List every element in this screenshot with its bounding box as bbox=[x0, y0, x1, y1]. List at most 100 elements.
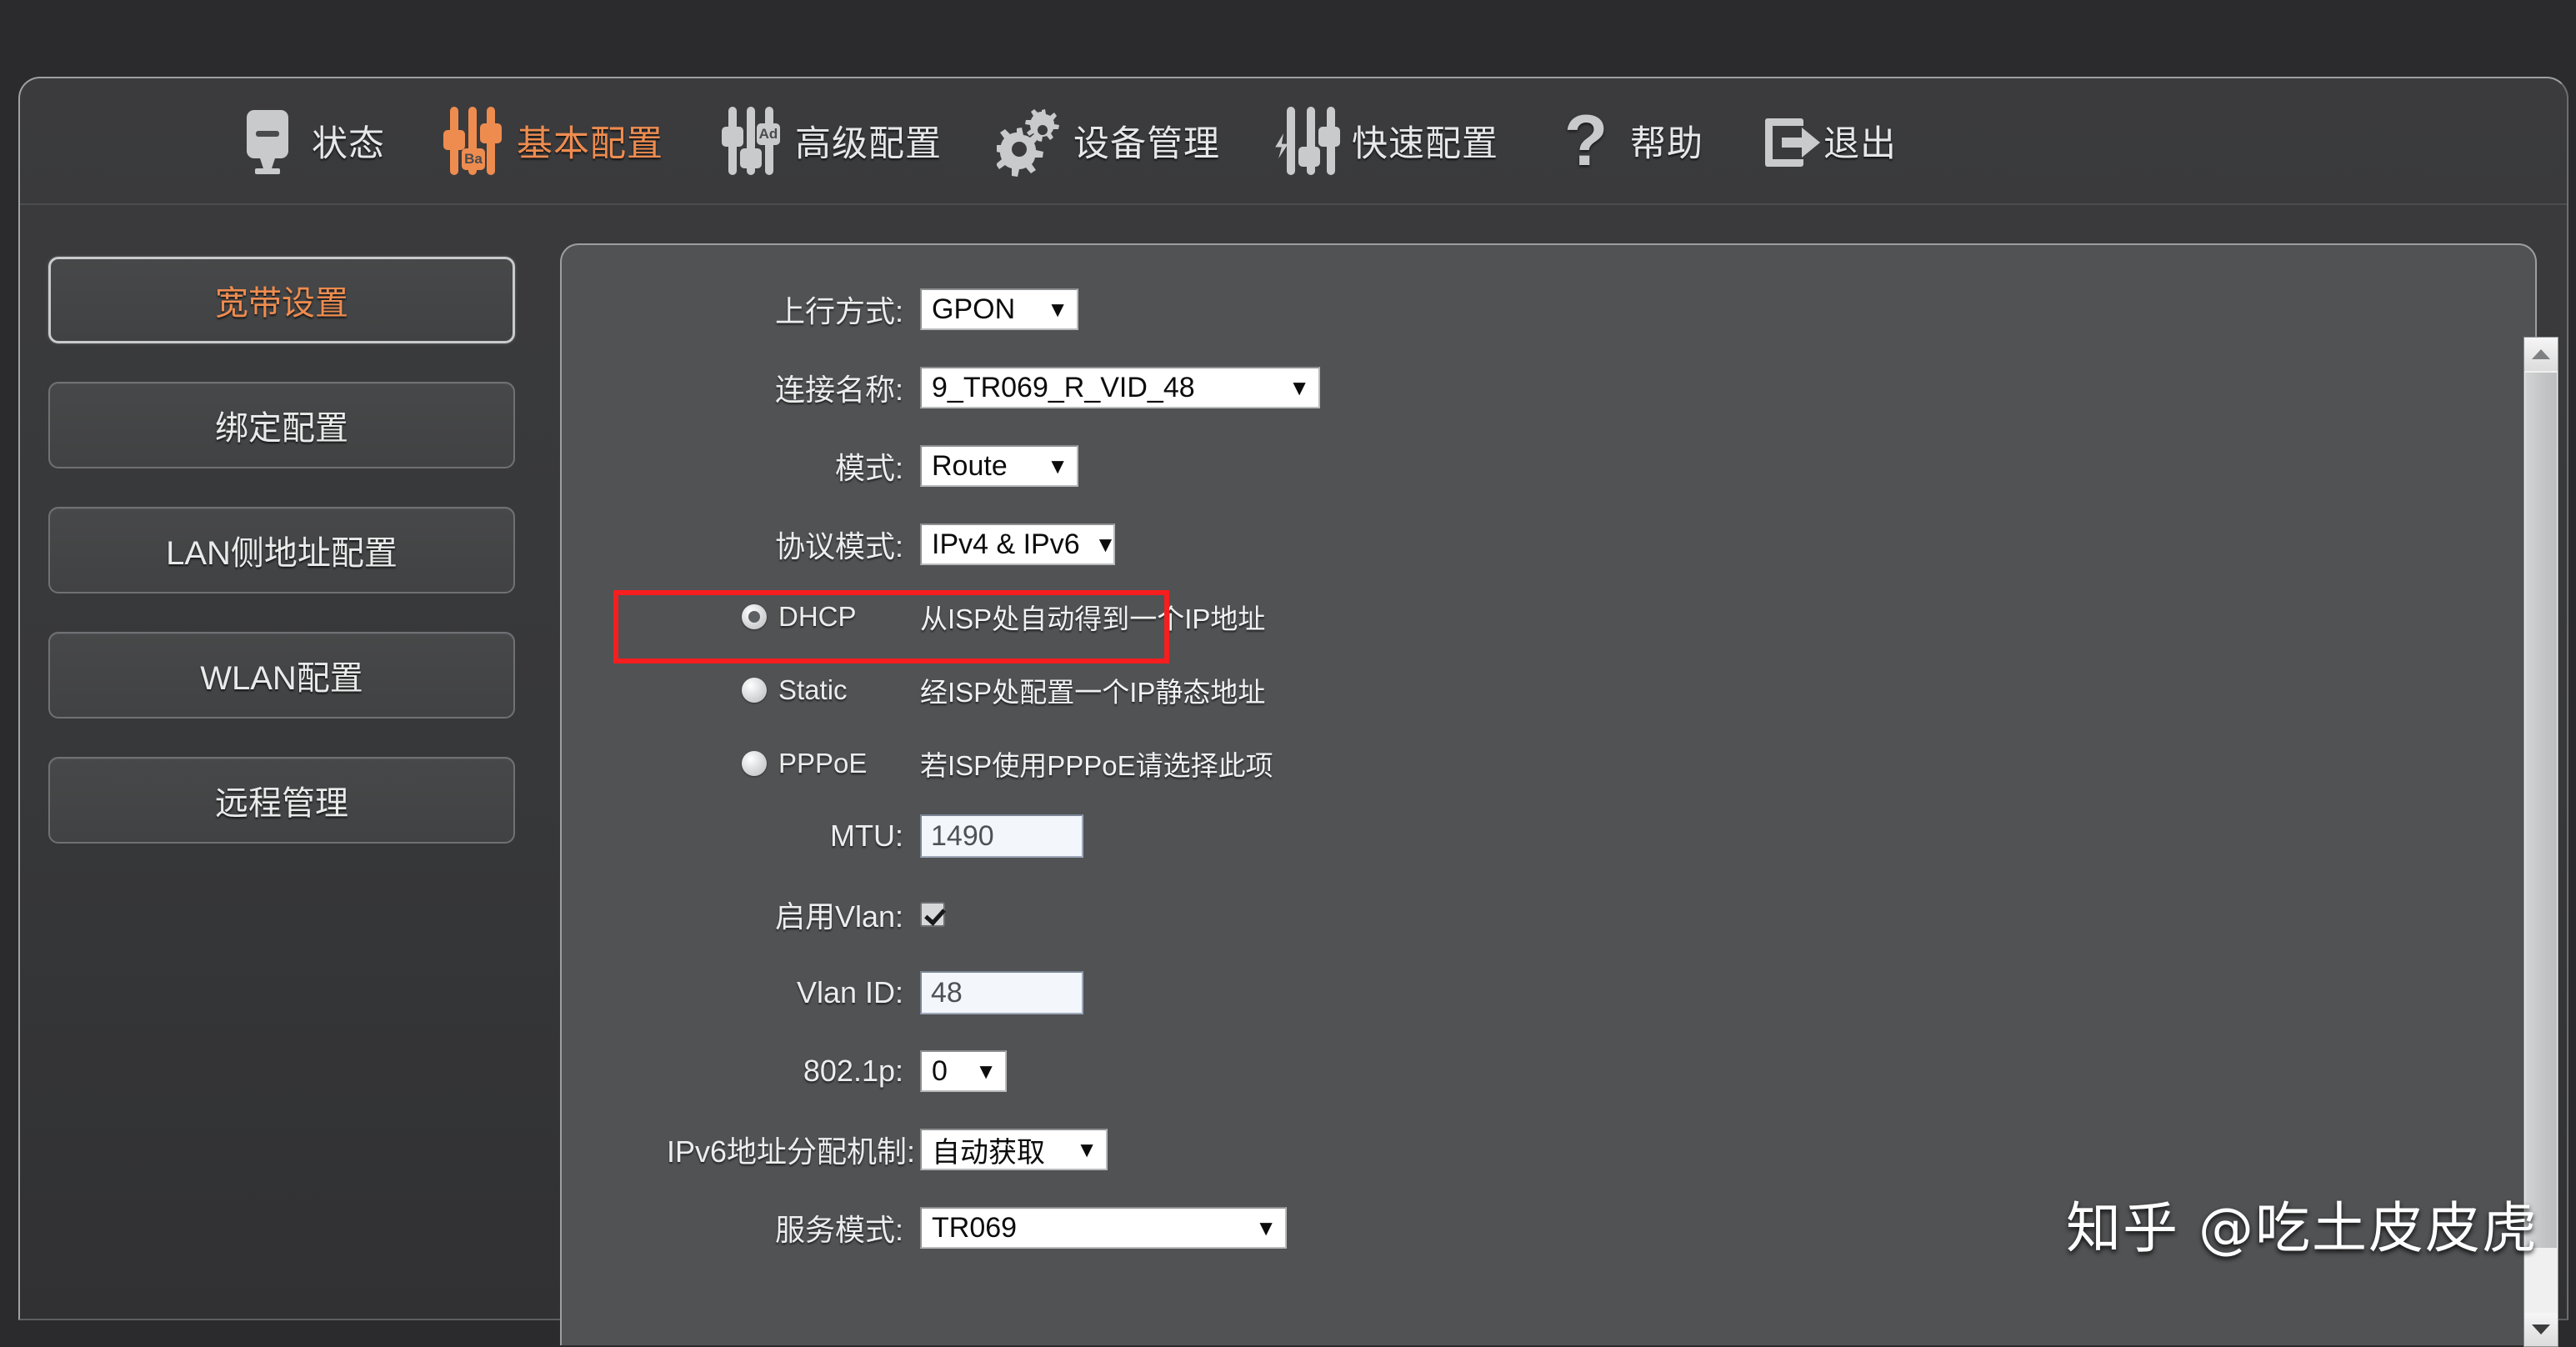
scrollbar-thumb[interactable] bbox=[2525, 373, 2557, 1248]
select-uplink-mode[interactable]: GPON ▼ bbox=[920, 288, 1078, 330]
radio-group-pppoe[interactable]: PPPoE bbox=[667, 748, 920, 779]
chevron-down-icon: ▼ bbox=[975, 1059, 997, 1084]
select-protocol-mode[interactable]: IPv4 & IPv6 ▼ bbox=[920, 523, 1116, 565]
radio-desc-static: 经ISP处配置一个IP静态地址 bbox=[920, 677, 1266, 708]
content-panel: 上行方式: GPON ▼ 连接名称: 9_TR069_R_VID_48 ▼ 模式… bbox=[560, 243, 2537, 1345]
scroll-down-button[interactable] bbox=[2524, 1313, 2558, 1346]
sidebar-item-binding-config[interactable]: 绑定配置 bbox=[48, 382, 515, 468]
label-connection-name: 连接名称: bbox=[774, 373, 903, 407]
sidebar-label-broadband-settings: 宽带设置 bbox=[215, 285, 348, 322]
radio-label-dhcp: DHCP bbox=[778, 601, 857, 632]
input-vlan-id-value: 48 bbox=[931, 976, 963, 1009]
chevron-down-icon: ▼ bbox=[1255, 1215, 1277, 1240]
select-mode[interactable]: Route ▼ bbox=[920, 445, 1078, 487]
sidebar-label-remote-management: 远程管理 bbox=[215, 785, 348, 822]
label-dot1p: 802.1p: bbox=[803, 1054, 903, 1088]
row-ipv6-alloc: IPv6地址分配机制: 自动获取 ▼ bbox=[562, 1119, 2535, 1180]
nav-item-quick-config[interactable]: 快速配置 bbox=[1275, 105, 1498, 177]
sliders-advanced-icon: Ad bbox=[718, 105, 783, 177]
nav-item-advanced-config[interactable]: Ad 高级配置 bbox=[718, 105, 942, 177]
radio-dhcp[interactable] bbox=[742, 604, 767, 629]
label-uplink-mode: 上行方式: bbox=[774, 294, 903, 328]
select-connection-name-value: 9_TR069_R_VID_48 bbox=[932, 371, 1195, 403]
monitor-icon bbox=[235, 105, 300, 177]
select-uplink-mode-value: GPON bbox=[932, 293, 1016, 325]
scroll-down-arrow-icon bbox=[2532, 1324, 2550, 1334]
nav-item-help[interactable]: ? 帮助 bbox=[1553, 105, 1703, 177]
checkbox-enable-vlan[interactable] bbox=[920, 902, 945, 927]
radio-row-pppoe: PPPoE 若ISP使用PPPoE请选择此项 bbox=[562, 727, 2535, 800]
select-mode-value: Route bbox=[932, 449, 1008, 482]
row-mtu: MTU: 1490 bbox=[562, 805, 2535, 867]
chevron-down-icon: ▼ bbox=[1288, 375, 1310, 400]
sidebar-item-lan-address-config[interactable]: LAN侧地址配置 bbox=[48, 507, 515, 593]
nav-item-basic-config[interactable]: Ba 基本配置 bbox=[440, 105, 663, 177]
select-service-mode[interactable]: TR069 ▼ bbox=[920, 1207, 1287, 1249]
sliders-quick-icon bbox=[1275, 105, 1340, 177]
input-mtu-value: 1490 bbox=[931, 819, 994, 852]
sliders-advanced-tag: Ad bbox=[757, 123, 780, 145]
radio-group-dhcp[interactable]: DHCP bbox=[667, 601, 920, 633]
nav-label-status: 状态 bbox=[312, 124, 385, 164]
select-dot1p-value: 0 bbox=[932, 1054, 948, 1087]
row-connection-name: 连接名称: 9_TR069_R_VID_48 ▼ bbox=[562, 357, 2535, 418]
nav-item-logout[interactable]: 退出 bbox=[1758, 105, 1897, 177]
sliders-basic-icon: Ba bbox=[440, 105, 505, 177]
select-protocol-mode-value: IPv4 & IPv6 bbox=[932, 528, 1080, 560]
label-mtu: MTU: bbox=[830, 819, 903, 853]
label-mode: 模式: bbox=[834, 451, 903, 485]
radio-static[interactable] bbox=[742, 678, 767, 703]
select-ipv6-alloc[interactable]: 自动获取 ▼ bbox=[920, 1129, 1108, 1170]
sidebar-label-lan-address-config: LAN侧地址配置 bbox=[166, 535, 398, 572]
radio-desc-dhcp: 从ISP处自动得到一个IP地址 bbox=[920, 603, 1266, 634]
radio-pppoe[interactable] bbox=[742, 751, 767, 776]
sidebar-item-remote-management[interactable]: 远程管理 bbox=[48, 757, 515, 844]
label-service-mode: 服务模式: bbox=[774, 1213, 903, 1247]
left-sidebar-menu: 宽带设置 绑定配置 LAN侧地址配置 WLAN配置 远程管理 bbox=[20, 205, 543, 1320]
sidebar-label-wlan-config: WLAN配置 bbox=[200, 660, 363, 697]
row-dot1p: 802.1p: 0 ▼ bbox=[562, 1040, 2535, 1102]
sidebar-item-broadband-settings[interactable]: 宽带设置 bbox=[48, 257, 515, 343]
sidebar-label-binding-config: 绑定配置 bbox=[215, 410, 348, 447]
select-ipv6-alloc-value: 自动获取 bbox=[932, 1136, 1045, 1169]
row-enable-vlan: 启用Vlan: bbox=[562, 884, 2535, 945]
label-protocol-mode: 协议模式: bbox=[774, 529, 903, 563]
watermark-text: 知乎 @吃土皮皮虎 bbox=[2066, 1196, 2538, 1260]
gears-icon bbox=[997, 105, 1062, 177]
broadband-settings-form: 上行方式: GPON ▼ 连接名称: 9_TR069_R_VID_48 ▼ 模式… bbox=[562, 245, 2535, 1345]
nav-label-quick-config: 快速配置 bbox=[1352, 124, 1498, 164]
radio-row-static: Static 经ISP处配置一个IP静态地址 bbox=[562, 653, 2535, 727]
nav-label-basic-config: 基本配置 bbox=[517, 124, 663, 164]
nav-item-status[interactable]: 状态 bbox=[235, 105, 385, 177]
sidebar-item-wlan-config[interactable]: WLAN配置 bbox=[48, 632, 515, 719]
radio-label-pppoe: PPPoE bbox=[778, 748, 868, 779]
row-uplink-mode: 上行方式: GPON ▼ bbox=[562, 278, 2535, 340]
input-mtu[interactable]: 1490 bbox=[920, 814, 1083, 858]
label-vlan-id: Vlan ID: bbox=[796, 975, 903, 1009]
sliders-basic-tag: Ba bbox=[462, 148, 485, 170]
select-connection-name[interactable]: 9_TR069_R_VID_48 ▼ bbox=[920, 367, 1320, 408]
label-ipv6-alloc: IPv6地址分配机制: bbox=[667, 1134, 916, 1169]
chevron-down-icon: ▼ bbox=[1047, 453, 1068, 478]
row-mode: 模式: Route ▼ bbox=[562, 435, 2535, 497]
scroll-up-arrow-icon bbox=[2532, 349, 2550, 359]
radio-label-static: Static bbox=[778, 674, 848, 705]
nav-item-device-management[interactable]: 设备管理 bbox=[997, 105, 1220, 177]
chevron-down-icon: ▼ bbox=[1076, 1137, 1098, 1162]
select-dot1p[interactable]: 0 ▼ bbox=[920, 1050, 1007, 1092]
select-service-mode-value: TR069 bbox=[932, 1211, 1018, 1244]
scroll-up-button[interactable] bbox=[2524, 338, 2558, 371]
radio-row-dhcp: DHCP 从ISP处自动得到一个IP地址 bbox=[562, 580, 2535, 653]
question-mark-icon: ? bbox=[1563, 101, 1608, 181]
nav-label-help: 帮助 bbox=[1630, 124, 1703, 164]
chevron-down-icon: ▼ bbox=[1047, 297, 1068, 322]
app-window-frame: 状态 Ba 基本配置 Ad 高级配置 设备管理 快速配置 ? 帮助 退出 宽带设… bbox=[18, 77, 2568, 1347]
nav-label-advanced-config: 高级配置 bbox=[795, 124, 942, 164]
radio-group-static[interactable]: Static bbox=[667, 674, 920, 706]
row-protocol-mode: 协议模式: IPv4 & IPv6 ▼ bbox=[562, 513, 2535, 575]
top-navigation-bar: 状态 Ba 基本配置 Ad 高级配置 设备管理 快速配置 ? 帮助 退出 bbox=[20, 78, 2567, 205]
radio-desc-pppoe: 若ISP使用PPPoE请选择此项 bbox=[920, 750, 1273, 781]
input-vlan-id[interactable]: 48 bbox=[920, 971, 1083, 1014]
exit-arrow-icon bbox=[1758, 105, 1823, 177]
nav-label-device-management: 设备管理 bbox=[1073, 124, 1220, 164]
